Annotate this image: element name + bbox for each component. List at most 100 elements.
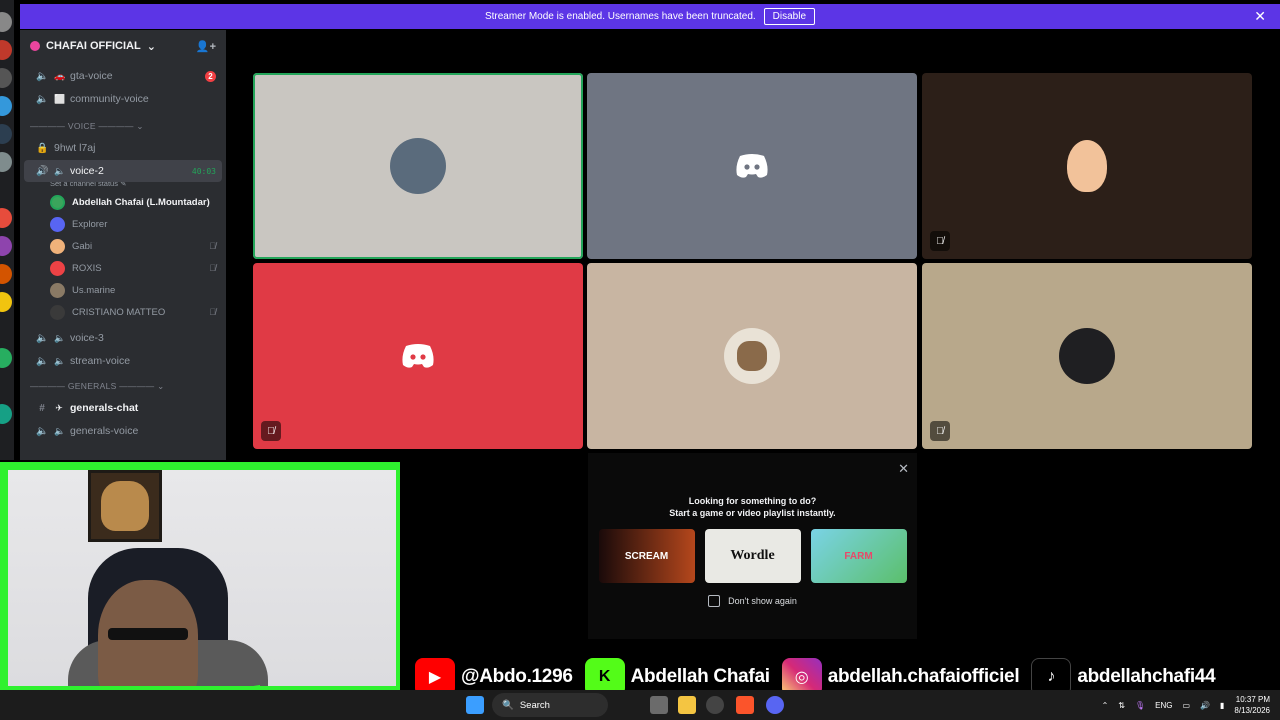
plane-icon: ✈ [55, 402, 63, 413]
channel-locked[interactable]: 🔒 9hwt l7aj [24, 137, 222, 159]
server-icon[interactable] [0, 404, 12, 424]
server-icon[interactable] [0, 152, 12, 172]
voice-member[interactable]: Explorer [20, 213, 226, 235]
avatar [1067, 140, 1107, 192]
server-icon[interactable] [0, 264, 12, 284]
close-icon[interactable]: ✕ [898, 461, 909, 477]
windows-start-icon[interactable] [466, 696, 484, 714]
channel-stream-voice[interactable]: 🔈 🔈 stream-voice [24, 350, 222, 372]
taskbar-search[interactable]: 🔍 Search [492, 693, 608, 717]
category-generals[interactable]: ———— GENERALS ———— ⌄ [20, 376, 226, 396]
speaker-icon: 🔊 [36, 165, 49, 177]
video-tile[interactable]: 🎙̸ [922, 263, 1252, 449]
discord-logo-icon [736, 154, 768, 178]
mic-muted-icon: 🎙̸ [209, 241, 216, 251]
member-name: ROXIS [72, 262, 102, 274]
activity-card-farm[interactable]: FARM [810, 529, 907, 583]
avatar [1059, 328, 1115, 384]
server-icon[interactable] [0, 292, 12, 312]
member-name: CRISTIANO MATTEO [72, 306, 166, 318]
category-divider: ———— [30, 121, 66, 131]
avatar [50, 304, 65, 320]
server-icon[interactable] [0, 68, 12, 88]
microphone-icon[interactable]: 🎙 [1135, 701, 1145, 710]
channel-community-voice[interactable]: 🔈 ⬜ community-voice [24, 88, 222, 110]
call-timer: 40:03 [191, 166, 216, 176]
avatar [50, 260, 65, 276]
activity-card-wordle[interactable]: Wordle [704, 529, 801, 583]
banner-message: Streamer Mode is enabled. Usernames have… [484, 11, 756, 22]
voice-member[interactable]: ROXIS 🎙̸ [20, 257, 226, 279]
discord-icon[interactable] [766, 696, 784, 714]
brave-browser-icon[interactable] [736, 696, 754, 714]
discord-logo-icon [402, 344, 434, 368]
close-icon[interactable]: ✕ [1254, 8, 1266, 25]
video-tile[interactable] [587, 263, 917, 449]
speaker-icon: 🔈 [36, 425, 49, 437]
server-icon[interactable] [0, 124, 12, 144]
avatar [50, 282, 65, 298]
sunglasses [108, 628, 188, 640]
chevron-up-icon[interactable]: ⌃ [1102, 701, 1109, 710]
mic-muted-icon: 🎙̸ [261, 421, 281, 441]
cube-icon: ⬜ [54, 93, 66, 104]
video-tile[interactable] [587, 73, 917, 259]
member-name: Abdellah Chafai (L.Mountadar) [72, 196, 210, 208]
server-badge-icon [30, 41, 40, 51]
channel-name: 9hwt l7aj [54, 142, 96, 154]
clock-date: 8/13/2026 [1234, 706, 1270, 715]
mic-muted-icon: 🎙̸ [930, 231, 950, 251]
app-icon[interactable] [706, 696, 724, 714]
video-tile[interactable]: 🎙̸ [922, 73, 1252, 259]
language-indicator[interactable]: ENG [1155, 701, 1172, 710]
channel-voice-2[interactable]: 🔊 🔈 voice-2 40:03 [24, 160, 222, 182]
clock[interactable]: 10:37 PM 8/13/2026 [1234, 694, 1270, 716]
add-member-icon[interactable]: 👤+ [196, 40, 216, 53]
wall-picture [88, 470, 162, 542]
activity-card-scream[interactable]: SCREAM [598, 529, 695, 583]
channel-generals-chat[interactable]: # ✈ generals-chat [24, 397, 222, 419]
voice-member[interactable]: Us.marine [20, 279, 226, 301]
channel-name: generals-chat [70, 402, 139, 414]
volume-icon: 🔈 [54, 425, 66, 436]
video-tile[interactable] [253, 73, 583, 259]
channel-name: voice-3 [70, 332, 104, 344]
voice-member[interactable]: Abdellah Chafai (L.Mountadar) [20, 191, 226, 213]
video-tile[interactable]: 🎙̸ [253, 263, 583, 449]
checkbox[interactable] [708, 595, 721, 607]
tiktok-handle: abdellahchafi44 [1077, 666, 1216, 687]
server-icon[interactable] [0, 12, 12, 32]
volume-icon[interactable]: 🔊 [1200, 701, 1210, 710]
channel-generals-voice[interactable]: 🔈 🔈 generals-voice [24, 420, 222, 442]
monitor-icon[interactable]: ▭ [1182, 701, 1190, 710]
channel-voice-3[interactable]: 🔈 🔈 voice-3 [24, 327, 222, 349]
volume-icon: 🔈 [54, 165, 66, 176]
file-explorer-icon[interactable] [678, 696, 696, 714]
server-icon[interactable] [0, 236, 12, 256]
server-icon[interactable] [0, 40, 12, 60]
mic-muted-icon: 🎙̸ [209, 263, 216, 273]
task-view-icon[interactable] [650, 696, 668, 714]
channel-gta-voice[interactable]: 🔈 🚗 gta-voice 2 [24, 65, 222, 87]
dont-show-label: Don't show again [728, 596, 797, 606]
chevron-down-icon: ⌄ [146, 40, 156, 53]
voice-member[interactable]: Gabi 🎙̸ [20, 235, 226, 257]
battery-icon[interactable]: ▮ [1220, 701, 1224, 710]
lock-icon: 🔒 [36, 142, 49, 154]
speaker-icon: 🔈 [36, 70, 49, 82]
disable-button[interactable]: Disable [763, 8, 816, 25]
server-icon[interactable] [0, 348, 12, 368]
voice-member[interactable]: CRISTIANO MATTEO 🎙̸ [20, 301, 226, 323]
server-icon[interactable] [0, 96, 12, 116]
server-header[interactable]: CHAFAI OFFICIAL ⌄ 👤+ [20, 30, 226, 62]
activity-title-line: Looking for something to do? [688, 496, 817, 506]
network-icon[interactable]: ⇅ [1118, 701, 1125, 710]
server-icon[interactable] [0, 208, 12, 228]
dont-show-again[interactable]: Don't show again [588, 595, 917, 607]
channel-name: gta-voice [70, 70, 113, 82]
server-name: CHAFAI OFFICIAL [46, 40, 141, 52]
server-rail [0, 0, 14, 460]
category-voice[interactable]: ———— VOICE ———— ⌄ [20, 116, 226, 136]
activity-card-label: Wordle [730, 548, 775, 563]
member-name: Explorer [72, 218, 108, 230]
